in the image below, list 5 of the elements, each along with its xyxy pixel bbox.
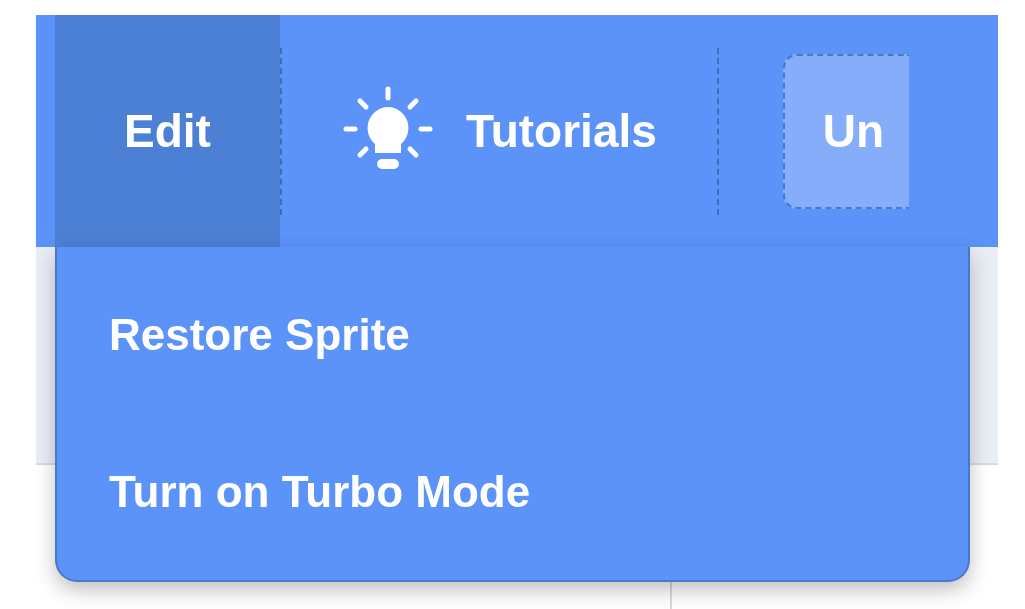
- tutorials-button[interactable]: Tutorials: [282, 15, 717, 247]
- edit-menu[interactable]: Edit: [55, 15, 280, 247]
- menu-item[interactable]: Restore Sprite: [57, 286, 968, 385]
- project-title-field[interactable]: Un: [782, 53, 909, 209]
- menu-item[interactable]: Turn on Turbo Mode: [57, 442, 968, 541]
